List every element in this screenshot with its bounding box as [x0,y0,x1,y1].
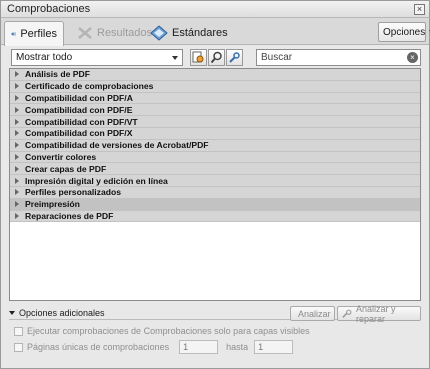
category-label: Crear capas de PDF [25,163,107,174]
category-label: Análisis de PDF [25,69,90,80]
category-row[interactable]: Certificado de comprobaciones [10,80,420,93]
analyze-repair-label: Analizar y reparar [355,303,396,324]
expand-triangle-icon[interactable] [15,212,19,219]
expand-triangle-icon[interactable] [15,94,19,101]
additional-options-label: Opciones adicionales [19,308,105,318]
category-row[interactable]: Impresión digital y edición en línea [10,175,420,187]
category-label: Perfiles personalizados [25,187,121,198]
chevron-down-icon [172,56,178,60]
search-field[interactable]: Buscar × [256,49,421,66]
category-label: Compatibilidad con PDF/E [25,104,133,115]
category-label: Compatibilidad de versiones de Acrobat/P… [25,140,209,151]
search-icon [210,51,222,64]
tab-bar: Perfiles Resultados Estándares Opciones [1,18,430,46]
expand-triangle-icon[interactable] [15,153,19,160]
page-from-field[interactable]: 1 [179,340,219,354]
expand-triangle-icon[interactable] [15,118,19,125]
category-row[interactable]: Análisis de PDF [10,69,420,81]
category-row[interactable]: Compatibilidad con PDF/VT [10,116,420,128]
search-button[interactable] [208,49,225,66]
clear-search-icon[interactable]: × [407,52,418,63]
disclosure-triangle-icon [9,311,15,315]
options-label: Opciones [383,26,426,38]
window-title: Comprobaciones [7,3,91,15]
category-row[interactable]: Crear capas de PDF [10,163,420,176]
analyze-repair-button[interactable]: Analizar y reparar [337,303,421,324]
expand-triangle-icon[interactable] [15,165,19,172]
profiles-icon [11,32,17,36]
expand-triangle-icon[interactable] [15,83,19,90]
expand-triangle-icon[interactable] [15,130,19,137]
expand-triangle-icon[interactable] [15,189,19,196]
single-pages-checkbox[interactable] [14,342,23,352]
visible-layers-checkbox[interactable] [14,326,23,336]
to-label: hasta [226,342,249,352]
category-label: Impresión digital y edición en línea [25,175,168,186]
category-label: Compatibilidad con PDF/VT [25,116,138,127]
tab-perfiles[interactable]: Perfiles [4,21,64,46]
filter-dropdown[interactable]: Mostrar todo [11,49,183,66]
inspect-icon [192,51,204,63]
filter-value: Mostrar todo [16,52,73,63]
tab-label: Estándares [172,27,228,39]
category-label: Preimpresión [25,199,80,210]
visible-layers-option: Ejecutar comprobaciones de Comprobacione… [14,326,310,336]
edit-profile-button[interactable] [226,49,243,66]
expand-triangle-icon[interactable] [15,201,19,208]
category-row[interactable]: Perfiles personalizados [10,186,420,199]
expand-triangle-icon[interactable] [15,177,19,184]
category-row[interactable]: Compatibilidad con PDF/X [10,127,420,140]
wrench-icon [229,52,240,63]
category-label: Certificado de comprobaciones [25,81,154,92]
category-row[interactable]: Compatibilidad con PDF/E [10,104,420,117]
wrench-icon [342,309,352,318]
standards-icon [150,25,168,41]
single-pages-label: Páginas únicas de comprobaciones [27,342,170,352]
category-label: Reparaciones de PDF [25,210,114,221]
inspect-profile-button[interactable] [190,49,207,66]
tab-label: Perfiles [20,28,57,40]
category-row[interactable]: Convertir colores [10,151,420,164]
category-label: Compatibilidad con PDF/A [25,92,133,103]
expand-triangle-icon[interactable] [15,106,19,113]
analyze-label: Analizar [298,308,331,319]
search-placeholder: Buscar [261,52,293,63]
visible-layers-label: Ejecutar comprobaciones de Comprobacione… [27,326,310,336]
results-icon [78,27,92,39]
page-to-field[interactable]: 1 [254,340,294,354]
category-row[interactable]: Compatibilidad de versiones de Acrobat/P… [10,139,420,152]
category-label: Compatibilidad con PDF/X [25,128,133,139]
category-row[interactable]: Compatibilidad con PDF/A [10,92,420,105]
profile-category-list: Análisis de PDF Certificado de comprobaci… [9,68,421,301]
options-button[interactable]: Opciones [378,22,430,42]
toolbar: Mostrar todo Buscar × [9,49,421,67]
title-bar: Comprobaciones × [1,1,429,18]
single-pages-option: Páginas únicas de comprobaciones 1 hasta… [14,340,294,354]
close-icon[interactable]: × [414,4,425,15]
analyze-button[interactable]: Analizar [290,306,335,321]
category-row[interactable]: Preimpresión [10,198,420,211]
preflight-panel: Comprobaciones × Perfiles Resultados Est… [0,0,430,369]
tab-estandares[interactable]: Estándares [144,21,234,45]
category-row[interactable]: Reparaciones de PDF [10,210,420,223]
expand-triangle-icon[interactable] [15,142,19,149]
category-label: Convertir colores [25,151,97,162]
expand-triangle-icon[interactable] [15,71,19,78]
